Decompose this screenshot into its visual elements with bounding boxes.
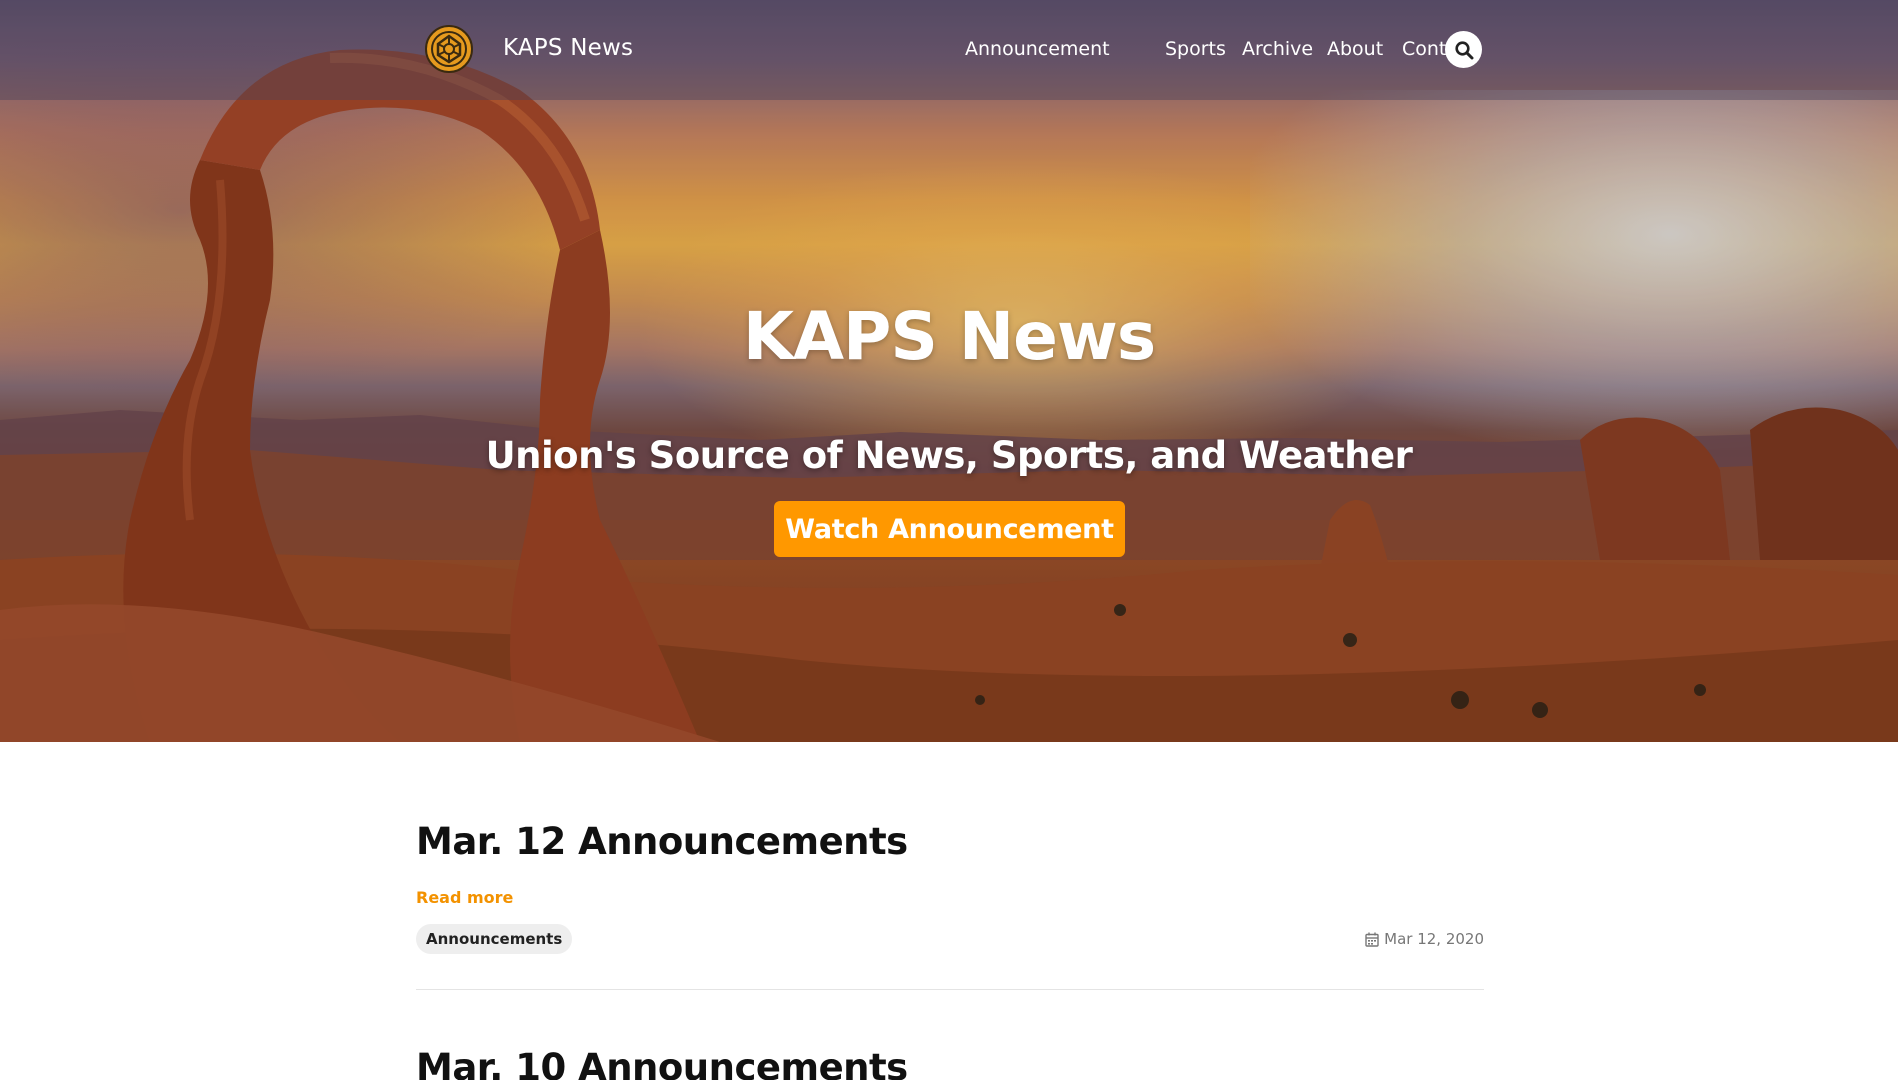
post-date: Mar 12, 2020 — [1365, 930, 1484, 948]
post-title[interactable]: Mar. 10 Announcements — [416, 1046, 908, 1080]
post-tag[interactable]: Announcements — [416, 924, 573, 954]
hero-title: KAPS News — [742, 298, 1156, 375]
nav-about[interactable]: About — [1327, 38, 1402, 68]
main-nav: Announcement Sports Archive About Contac… — [965, 38, 1482, 68]
post-date-text: Mar 12, 2020 — [1384, 930, 1484, 948]
calendar-icon — [1365, 932, 1379, 947]
search-icon — [1454, 40, 1473, 59]
nav-archive[interactable]: Archive — [1242, 38, 1327, 68]
celtic-knot-logo-icon[interactable] — [424, 24, 474, 74]
post-title[interactable]: Mar. 12 Announcements — [416, 820, 908, 863]
watch-announcement-button[interactable]: Watch Announcement — [774, 501, 1125, 557]
read-more-link[interactable]: Read more — [416, 888, 513, 907]
nav-announcement[interactable]: Announcement — [965, 38, 1165, 68]
top-navbar: KAPS News Announcement Sports Archive Ab… — [0, 0, 1898, 100]
brand-name[interactable]: KAPS News — [503, 35, 633, 61]
search-button[interactable] — [1445, 31, 1482, 68]
post-divider — [416, 989, 1484, 990]
nav-sports[interactable]: Sports — [1165, 38, 1242, 68]
hero-banner: KAPS News Announcement Sports Archive Ab… — [0, 0, 1898, 742]
hero-subtitle: Union's Source of News, Sports, and Weat… — [485, 434, 1413, 477]
